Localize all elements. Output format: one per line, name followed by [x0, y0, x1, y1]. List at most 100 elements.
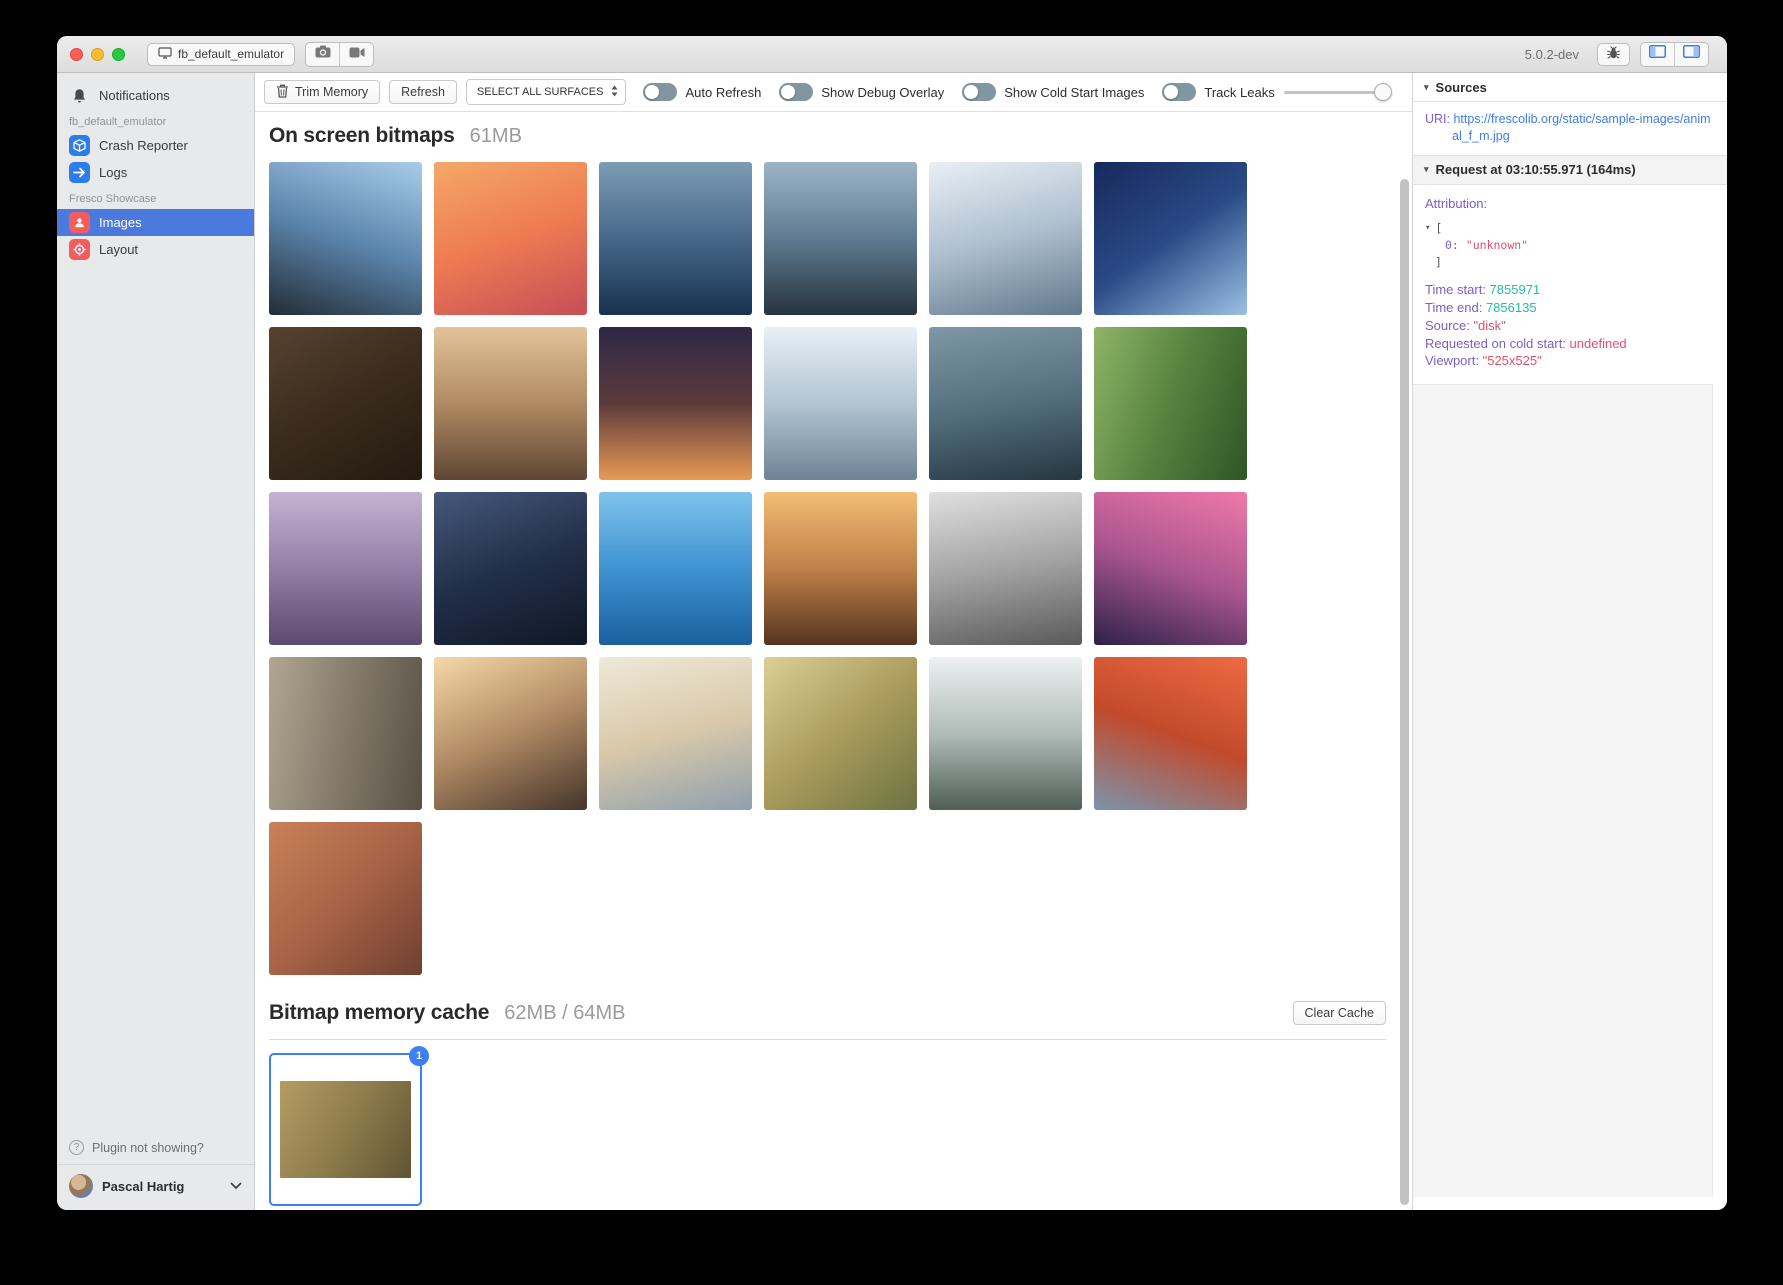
bitmap-weathered-planks[interactable]	[269, 657, 422, 810]
bitmap-city-street-sunset[interactable]	[764, 492, 917, 645]
toggle-left-panel-button[interactable]	[1641, 43, 1674, 66]
trash-icon	[276, 84, 289, 101]
toolbar-toggles: Auto Refresh Show Debug Overlay Show Cold …	[643, 83, 1274, 101]
bitmap-bamboo-stalks[interactable]	[1094, 327, 1247, 480]
clear-cache-label: Clear Cache	[1305, 1006, 1374, 1020]
sidebar-item-label: Images	[99, 215, 142, 230]
bitmap-bridge-at-night[interactable]	[434, 492, 587, 645]
bitmap-spire-building[interactable]	[269, 162, 422, 315]
bitmap-snowy-mountains[interactable]	[929, 162, 1082, 315]
bitmap-station-sun-flare[interactable]	[434, 657, 587, 810]
bitmap-man-by-sea[interactable]	[599, 162, 752, 315]
surface-select-value: SELECT ALL SURFACES	[477, 86, 604, 98]
plugin-help-link[interactable]: ? Plugin not showing?	[57, 1131, 254, 1164]
sidebar-item-layout[interactable]: Layout	[57, 236, 254, 263]
toggle-auto-refresh[interactable]: Auto Refresh	[643, 83, 761, 101]
onscreen-grid	[269, 162, 1247, 975]
request-field: Time end: 7856135	[1425, 299, 1715, 317]
bitmap-concrete-cross-sky[interactable]	[764, 327, 917, 480]
toggle-switch[interactable]	[643, 83, 677, 101]
surface-select[interactable]: SELECT ALL SURFACES	[466, 79, 627, 105]
cache-title: Bitmap memory cache	[269, 1001, 489, 1025]
toggle-show-cold-start-images[interactable]: Show Cold Start Images	[962, 83, 1144, 101]
toggle-switch[interactable]	[962, 83, 996, 101]
request-section-header[interactable]: ▾ Request at 03:10:55.971 (164ms)	[1413, 155, 1727, 185]
bell-icon	[69, 85, 90, 106]
uri-link[interactable]: https://frescolib.org/static/sample-imag…	[1452, 112, 1711, 143]
bitmap-wooden-pier[interactable]	[434, 327, 587, 480]
bitmap-golden-gate-tower[interactable]	[1094, 657, 1247, 810]
clear-cache-button[interactable]: Clear Cache	[1293, 1001, 1386, 1025]
sources-section-header[interactable]: ▾ Sources	[1413, 73, 1727, 102]
request-field: Viewport: "525x525"	[1425, 352, 1715, 370]
disclosure-triangle-icon[interactable]: ▾	[1425, 222, 1430, 236]
updown-arrows-icon	[611, 85, 618, 100]
cache-bitmap-lion-portrait[interactable]: 1	[269, 1053, 422, 1206]
cache-size: 62MB / 64MB	[504, 1002, 625, 1025]
sidebar: Notifications fb_default_emulator Crash …	[57, 73, 255, 1210]
sidebar-item-crash-reporter[interactable]: Crash Reporter	[57, 132, 254, 159]
bitmap-sea-with-boat[interactable]	[599, 492, 752, 645]
request-title: Request at 03:10:55.971 (164ms)	[1436, 162, 1636, 177]
bitmap-snowy-pine-forest[interactable]	[929, 657, 1082, 810]
cache-section-head: Bitmap memory cache 62MB / 64MB Clear Ca…	[269, 1001, 1386, 1025]
bitmap-plane-wreck-beach[interactable]	[764, 162, 917, 315]
close-window-button[interactable]	[70, 48, 83, 61]
toggle-switch[interactable]	[1162, 83, 1196, 101]
layout-plugin-icon	[69, 239, 90, 260]
help-icon: ?	[69, 1140, 84, 1155]
bitmap-autumn-leaves[interactable]	[764, 657, 917, 810]
bitmap-coffee-on-tiles[interactable]	[269, 822, 422, 975]
sidebar-item-images[interactable]: Images	[57, 209, 254, 236]
bug-report-button[interactable]	[1597, 43, 1630, 66]
sidebar-section-device: fb_default_emulator	[57, 109, 254, 132]
zoom-window-button[interactable]	[112, 48, 125, 61]
titlebar: fb_default_emulator 5.0.2-dev	[57, 36, 1727, 73]
bitmap-night-sky-light[interactable]	[1094, 162, 1247, 315]
user-menu[interactable]: Pascal Hartig	[57, 1164, 254, 1210]
sidebar-item-logs[interactable]: Logs	[57, 159, 254, 186]
bitmap-tools-flatlay[interactable]	[269, 327, 422, 480]
chevron-down-icon	[230, 1177, 242, 1195]
device-selector[interactable]: fb_default_emulator	[147, 43, 295, 66]
plugin-help-label: Plugin not showing?	[92, 1141, 204, 1155]
sources-title: Sources	[1436, 80, 1487, 95]
sidebar-item-notifications[interactable]: Notifications	[57, 82, 254, 109]
bitmap-man-misty-lake[interactable]	[929, 327, 1082, 480]
panel-right-icon	[1683, 45, 1700, 63]
bitmap-santorini-buildings[interactable]	[599, 657, 752, 810]
panel-left-icon	[1649, 45, 1666, 63]
bracket-close: ]	[1425, 254, 1715, 271]
bitmap-church-night-sky[interactable]	[599, 327, 752, 480]
refresh-button[interactable]: Refresh	[389, 80, 457, 104]
minimize-window-button[interactable]	[91, 48, 104, 61]
screenshot-button[interactable]	[306, 43, 339, 66]
slider-thumb[interactable]	[1374, 83, 1392, 101]
toggle-track-leaks[interactable]: Track Leaks	[1162, 83, 1274, 101]
toggle-right-panel-button[interactable]	[1674, 43, 1708, 66]
bug-icon	[1606, 46, 1621, 63]
disclosure-triangle-icon: ▾	[1424, 164, 1429, 175]
sidebar-item-label: Notifications	[99, 88, 170, 103]
attribution-tree: ▾ [ 0: "unknown" ]	[1425, 220, 1715, 272]
tree-key: 0:	[1445, 238, 1459, 252]
bitmap-foggy-purple-trees[interactable]	[269, 492, 422, 645]
toggle-show-debug-overlay[interactable]: Show Debug Overlay	[779, 83, 944, 101]
bitmap-bw-hillside-path[interactable]	[929, 492, 1082, 645]
bitmap-pink-storm-clouds[interactable]	[1094, 492, 1247, 645]
trim-memory-label: Trim Memory	[295, 85, 368, 99]
crash-reporter-icon	[69, 135, 90, 156]
toggle-label: Show Debug Overlay	[821, 85, 944, 100]
bitmap-orange-flowers[interactable]	[434, 162, 587, 315]
avatar	[69, 1174, 93, 1198]
zoom-slider[interactable]	[1284, 82, 1390, 102]
toggle-switch[interactable]	[779, 83, 813, 101]
trim-memory-button[interactable]: Trim Memory	[264, 80, 380, 104]
onscreen-section-head: On screen bitmaps 61MB	[269, 124, 1386, 148]
cache-grid: 1	[269, 1053, 1386, 1206]
screen-record-button[interactable]	[339, 43, 373, 66]
panel-toggle-group	[1640, 42, 1709, 67]
video-camera-icon	[349, 45, 365, 63]
cache-count-badge: 1	[409, 1046, 429, 1066]
main-scrollbar-thumb[interactable]	[1400, 179, 1409, 1205]
